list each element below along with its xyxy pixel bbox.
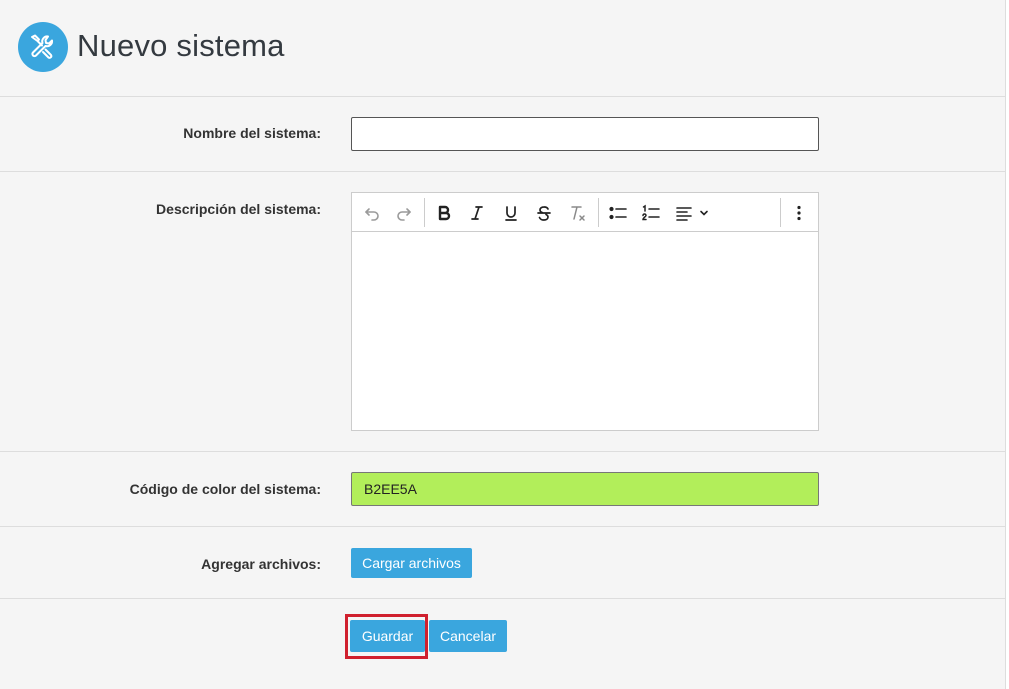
color-code-label: Código de color del sistema: bbox=[129, 481, 321, 497]
page-title: Nuevo sistema bbox=[77, 28, 285, 63]
system-name-input[interactable] bbox=[351, 117, 819, 151]
page-header: Nuevo sistema bbox=[0, 0, 1006, 97]
editor-toolbar bbox=[352, 193, 818, 232]
toolbar-separator bbox=[424, 198, 425, 227]
save-button[interactable]: Guardar bbox=[350, 620, 425, 652]
redo-icon[interactable] bbox=[390, 199, 418, 226]
bold-icon[interactable] bbox=[430, 199, 458, 226]
color-code-input[interactable] bbox=[351, 472, 819, 506]
system-name-label: Nombre del sistema: bbox=[183, 125, 321, 141]
form-panel: Nuevo sistema Nombre del sistema: Descri… bbox=[0, 0, 1006, 689]
upload-files-button[interactable]: Cargar archivos bbox=[351, 548, 472, 578]
more-options-icon[interactable] bbox=[786, 199, 812, 226]
row-color-code: Código de color del sistema: bbox=[0, 452, 1006, 527]
attach-files-label: Agregar archivos: bbox=[201, 556, 321, 572]
toolbar-separator bbox=[780, 198, 781, 227]
row-system-name: Nombre del sistema: bbox=[0, 97, 1006, 172]
undo-icon[interactable] bbox=[358, 199, 386, 226]
row-attach-files: Agregar archivos: Cargar archivos bbox=[0, 527, 1006, 599]
tools-icon bbox=[18, 22, 68, 72]
clear-formatting-icon[interactable] bbox=[564, 199, 592, 226]
underline-icon[interactable] bbox=[497, 199, 525, 226]
toolbar-separator bbox=[598, 198, 599, 227]
row-description: Descripción del sistema: bbox=[0, 172, 1006, 452]
italic-icon[interactable] bbox=[463, 199, 491, 226]
cancel-button[interactable]: Cancelar bbox=[429, 620, 507, 652]
strikethrough-icon[interactable] bbox=[530, 199, 558, 226]
numbered-list-icon[interactable] bbox=[637, 199, 665, 226]
description-editor bbox=[351, 192, 819, 431]
bullet-list-icon[interactable] bbox=[604, 199, 632, 226]
align-dropdown[interactable] bbox=[670, 199, 714, 226]
description-label: Descripción del sistema: bbox=[156, 201, 321, 217]
description-editor-body[interactable] bbox=[352, 232, 818, 430]
